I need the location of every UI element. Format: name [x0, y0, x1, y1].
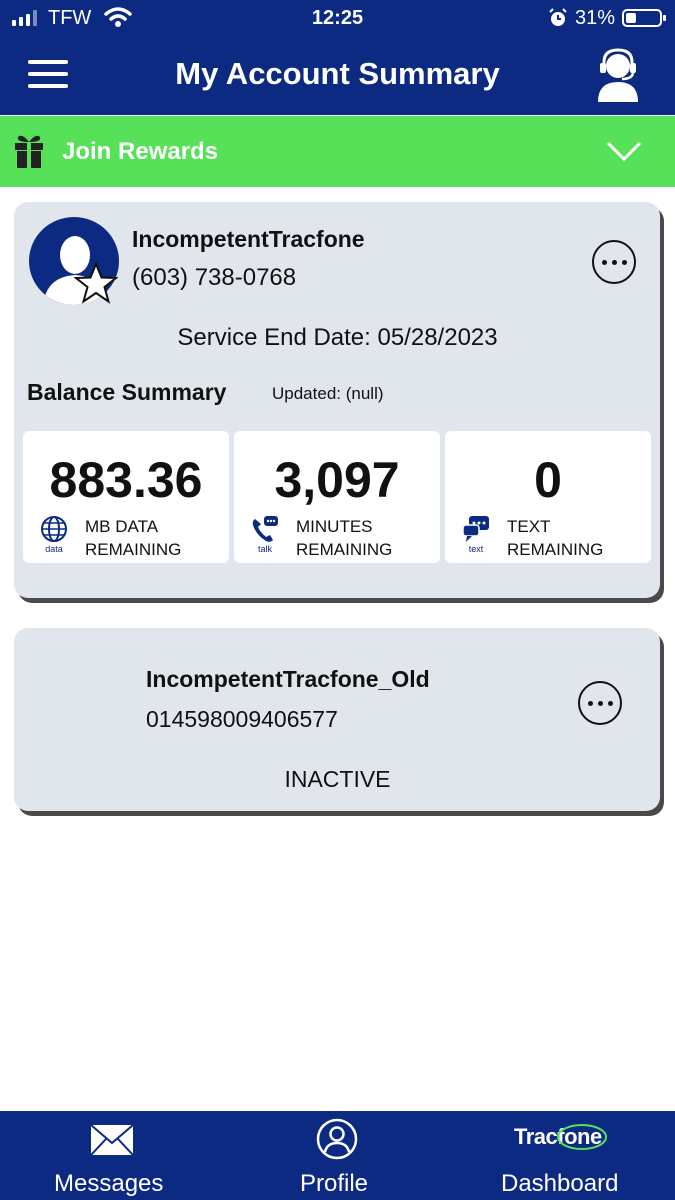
chat-bubble-icon: text [461, 515, 491, 555]
battery-icon [622, 9, 666, 27]
battery-percent: 31% [575, 7, 616, 29]
updated-label: Updated: (null) [272, 384, 384, 403]
app-header: TFW 12:25 31% My Account Summary [0, 0, 675, 115]
old-account-name: IncompetentTracfone_Old [146, 666, 430, 692]
globe-icon: data [39, 515, 69, 555]
page-title: My Account Summary [175, 56, 500, 91]
phone-talk-icon: talk [250, 515, 280, 555]
support-agent-icon[interactable] [592, 46, 644, 104]
minutes-balance-tile: 3,097 talk MINUTES REMAINING [234, 431, 440, 563]
status-badge: INACTIVE [284, 766, 391, 792]
logo-swoosh-icon [557, 1124, 607, 1150]
text-balance-tile: 0 text TEXT REMAINING [445, 431, 651, 563]
text-label: TEXT REMAINING [507, 517, 604, 559]
account-phone: (603) 738-0768 [132, 264, 297, 291]
join-rewards-label: Join Rewards [62, 138, 219, 165]
balance-summary-heading: Balance Summary [27, 379, 227, 405]
status-bar: TFW 12:25 31% [0, 0, 675, 38]
minutes-label: MINUTES REMAINING [296, 517, 393, 559]
data-balance-tile: 883.36 data MB DATA REMAINING [23, 431, 229, 563]
gift-icon [15, 135, 43, 168]
nav-dashboard-label: Dashboard [501, 1170, 619, 1197]
text-value: 0 [534, 452, 562, 508]
old-account-id: 014598009406577 [146, 706, 338, 732]
service-end-date: Service End Date: 05/28/2023 [177, 324, 498, 351]
nav-profile-label: Profile [300, 1170, 369, 1197]
data-value: 883.36 [49, 452, 203, 508]
status-time: 12:25 [311, 7, 364, 29]
person-circle-icon [316, 1118, 358, 1160]
data-label: MB DATA REMAINING [85, 517, 182, 559]
more-options-button[interactable] [592, 240, 636, 284]
star-icon [74, 262, 118, 304]
envelope-icon [90, 1124, 134, 1156]
nav-messages-label: Messages [54, 1170, 164, 1197]
chevron-down-icon[interactable] [606, 140, 642, 162]
alarm-icon [549, 8, 567, 26]
more-options-button-old[interactable] [578, 681, 622, 725]
account-name: IncompetentTracfone [132, 226, 365, 252]
minutes-value: 3,097 [274, 452, 400, 508]
